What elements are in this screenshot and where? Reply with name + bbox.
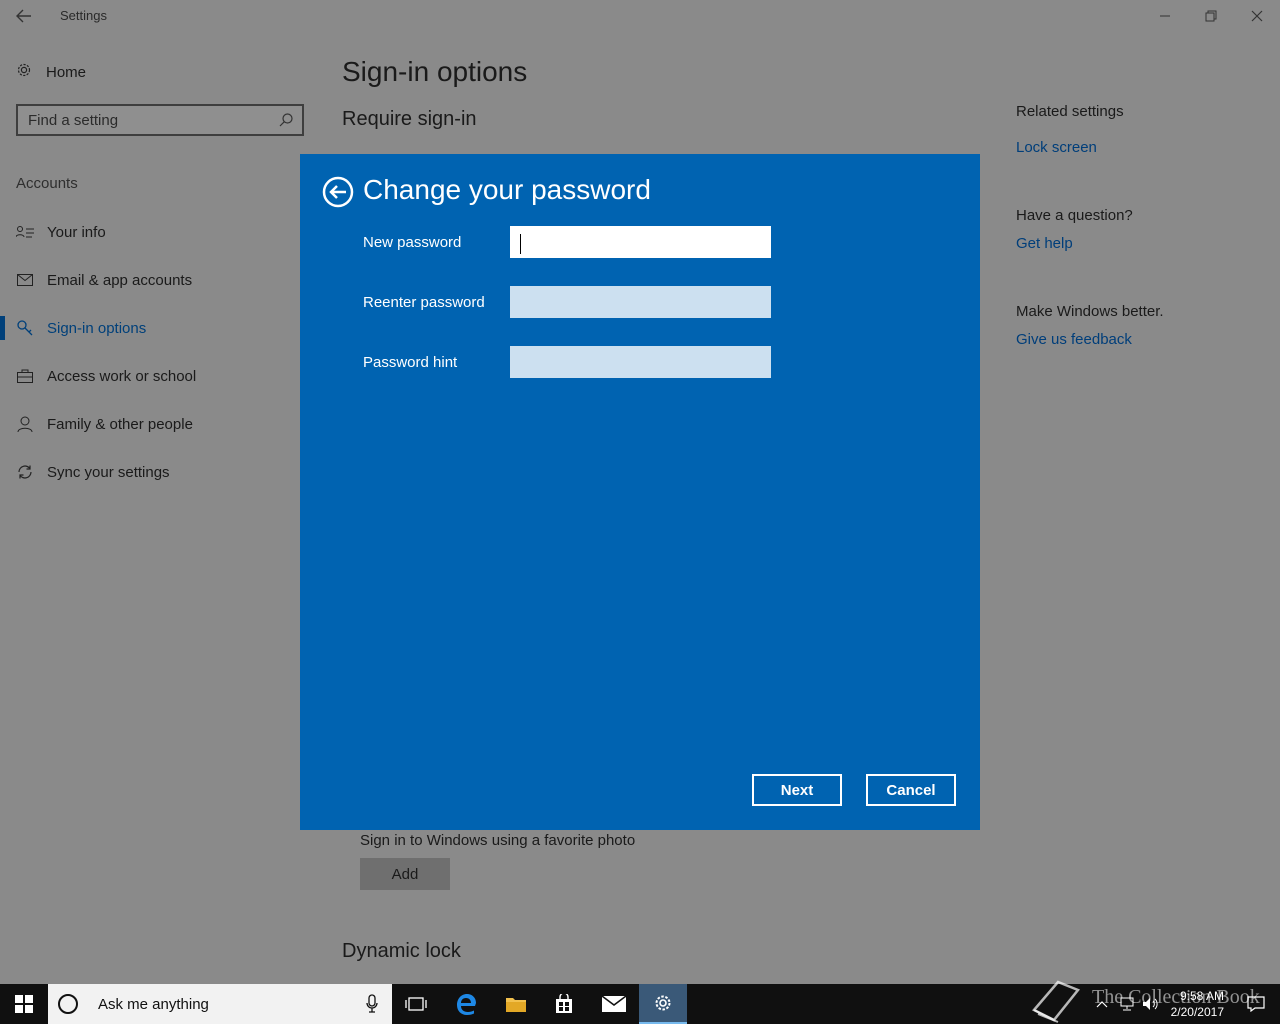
give-feedback-link[interactable]: Give us feedback <box>1016 331 1132 348</box>
page-title: Sign-in options <box>342 56 528 87</box>
make-windows-better-heading: Make Windows better. <box>1016 303 1164 320</box>
windows-start-icon[interactable] <box>0 984 48 1024</box>
section-label-accounts: Accounts <box>16 175 78 192</box>
task-view-icon[interactable] <box>392 984 440 1024</box>
watermark-text: The Collection Book <box>1092 986 1260 1008</box>
new-password-label: New password <box>363 234 462 251</box>
sidebar-item-label: Email & app accounts <box>47 271 193 289</box>
title-bar: Settings <box>0 0 1280 32</box>
sidebar-item-your-info[interactable]: Your info <box>0 208 300 256</box>
sidebar-item-label: Your info <box>47 223 106 241</box>
mail-icon <box>16 271 34 289</box>
search-box[interactable] <box>16 104 304 136</box>
microphone-icon[interactable] <box>366 994 378 1019</box>
contact-card-icon <box>16 223 34 241</box>
sidebar-item-work-school[interactable]: Access work or school <box>0 352 300 400</box>
reenter-password-label: Reenter password <box>363 294 485 311</box>
home-nav[interactable]: Home <box>16 62 86 82</box>
minimize-button[interactable] <box>1142 0 1188 32</box>
sidebar-item-sign-in[interactable]: Sign-in options <box>0 304 300 352</box>
sidebar-item-family[interactable]: Family & other people <box>0 400 300 448</box>
question-heading: Have a question? <box>1016 207 1133 224</box>
dialog-title: Change your password <box>363 174 651 205</box>
search-icon[interactable] <box>278 112 294 133</box>
sidebar-item-label: Family & other people <box>47 415 193 433</box>
related-settings-heading: Related settings <box>1016 103 1124 120</box>
sync-icon <box>16 463 34 481</box>
restore-button[interactable] <box>1188 0 1234 32</box>
gear-icon <box>16 62 32 82</box>
sidebar-item-label: Sync your settings <box>47 463 170 481</box>
get-help-link[interactable]: Get help <box>1016 235 1073 252</box>
briefcase-icon <box>16 367 34 385</box>
mail-icon[interactable] <box>590 984 638 1024</box>
person-icon <box>16 415 34 433</box>
close-button[interactable] <box>1234 0 1280 32</box>
lock-screen-link[interactable]: Lock screen <box>1016 139 1097 156</box>
reenter-password-field[interactable] <box>510 286 771 318</box>
cortana-icon <box>58 994 78 1014</box>
dynamic-lock-heading: Dynamic lock <box>342 940 461 962</box>
sidebar-item-sync[interactable]: Sync your settings <box>0 448 300 496</box>
cortana-search-text: Ask me anything <box>98 995 209 1013</box>
sidebar-item-label: Sign-in options <box>47 319 147 337</box>
file-explorer-icon[interactable] <box>492 984 540 1024</box>
cancel-button[interactable]: Cancel <box>866 774 956 806</box>
watermark: The Collection Book <box>1030 976 1280 1024</box>
text-cursor <box>520 234 521 254</box>
cortana-search-box[interactable]: Ask me anything <box>48 984 392 1024</box>
edge-icon[interactable] <box>442 984 490 1024</box>
new-password-field[interactable] <box>510 226 771 258</box>
password-hint-label: Password hint <box>363 354 458 371</box>
sidebar-nav: Your info Email & app accounts Sign-in o… <box>0 208 300 496</box>
password-hint-field[interactable] <box>510 346 771 378</box>
add-picture-password-button[interactable]: Add <box>360 858 450 890</box>
settings-icon[interactable] <box>639 984 687 1024</box>
store-icon[interactable] <box>540 984 588 1024</box>
change-password-dialog: Change your password New password Reente… <box>300 154 980 830</box>
window-title: Settings <box>60 8 107 23</box>
next-button[interactable]: Next <box>752 774 842 806</box>
sidebar-item-email[interactable]: Email & app accounts <box>0 256 300 304</box>
book-logo-icon <box>1032 980 1081 1023</box>
picture-password-description: Sign in to Windows using a favorite phot… <box>360 832 636 849</box>
search-input[interactable] <box>18 106 268 134</box>
key-icon <box>16 319 34 337</box>
home-label: Home <box>46 63 87 81</box>
sidebar-item-label: Access work or school <box>47 367 197 385</box>
back-circle-icon[interactable] <box>322 176 354 208</box>
back-arrow-icon[interactable] <box>14 6 34 26</box>
require-sign-in-heading: Require sign-in <box>342 108 477 130</box>
